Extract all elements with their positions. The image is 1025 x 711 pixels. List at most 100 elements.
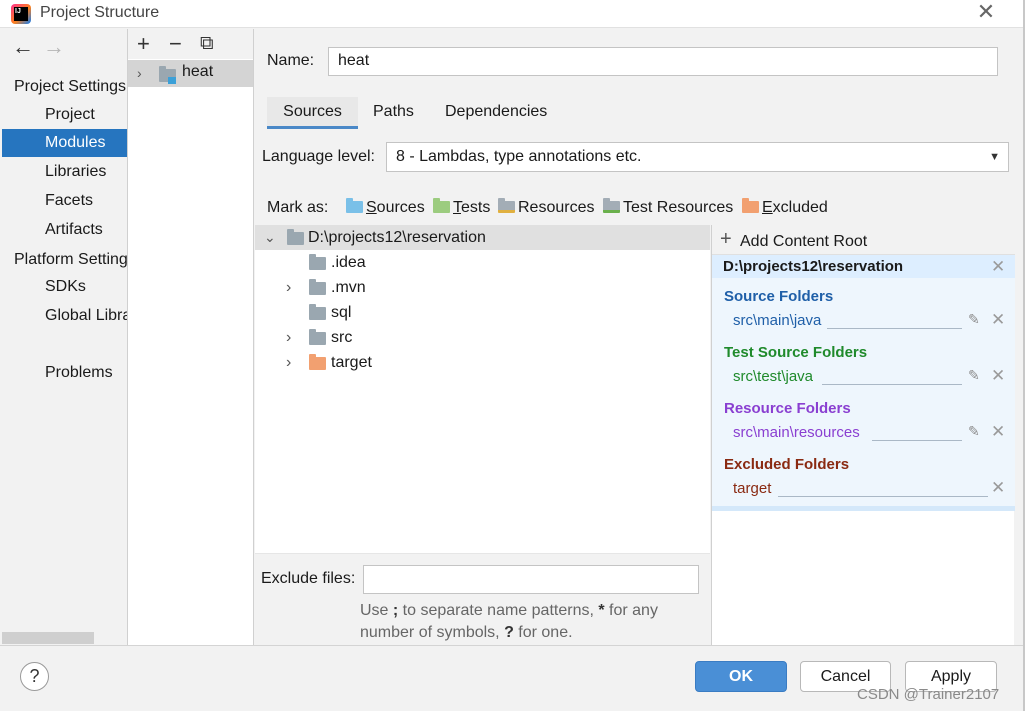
sidebar-item-modules[interactable]: Modules xyxy=(2,129,127,157)
tab-dependencies[interactable]: Dependencies xyxy=(445,97,547,129)
folder-icon xyxy=(309,279,326,295)
name-label: Name: xyxy=(267,52,315,69)
language-level-label: Language level: xyxy=(262,148,375,165)
ok-button[interactable]: OK xyxy=(695,661,787,692)
edit-icon[interactable]: ✎ xyxy=(968,367,980,384)
sidebar-horizontal-scrollbar[interactable] xyxy=(2,632,94,644)
module-badge-icon xyxy=(168,77,176,84)
content-root-panel: + Add Content Root D:\projects12\reserva… xyxy=(711,225,1015,645)
tree-row[interactable]: .idea xyxy=(255,250,710,275)
remove-icon[interactable]: ✕ xyxy=(991,367,1005,384)
tree-row-label: target xyxy=(331,354,372,371)
title-bar: IJ Project Structure ✕ xyxy=(0,0,1023,28)
folder-icon xyxy=(287,229,304,245)
sidebar-item-global-libraries[interactable]: Global Libraries xyxy=(2,302,127,330)
copy-module-icon[interactable]: ⧉ xyxy=(200,33,214,55)
excluded-folder-entry[interactable]: target xyxy=(733,480,771,497)
add-content-root-bar: + Add Content Root xyxy=(712,225,1015,255)
test-source-folder-entry[interactable]: src\test\java xyxy=(733,368,813,385)
excluded-folder-icon xyxy=(742,198,759,213)
project-settings-header: Project Settings xyxy=(14,78,127,95)
test-source-folders-title: Test Source Folders xyxy=(724,344,868,361)
divider xyxy=(778,496,988,497)
resources-folder-icon xyxy=(498,198,515,213)
tab-sources[interactable]: Sources xyxy=(267,97,358,129)
divider xyxy=(827,328,962,329)
source-folders-title: Source Folders xyxy=(724,288,834,305)
folder-icon xyxy=(309,254,326,270)
module-item-heat[interactable]: › heat xyxy=(128,60,253,87)
tree-root-row[interactable]: ⌄ D:\projects12\reservation xyxy=(255,225,710,250)
tests-folder-icon xyxy=(433,198,450,213)
excluded-folders-title: Excluded Folders xyxy=(724,456,850,473)
remove-root-icon[interactable]: ✕ xyxy=(991,258,1005,275)
module-name-field[interactable]: heat xyxy=(328,47,998,76)
chevron-down-icon[interactable]: ⌄ xyxy=(264,225,276,250)
divider xyxy=(822,384,962,385)
source-folder-entry[interactable]: src\main\java xyxy=(733,312,821,329)
window-title: Project Structure xyxy=(40,4,160,21)
chevron-right-icon[interactable]: › xyxy=(137,65,142,81)
platform-settings-header: Platform Settings xyxy=(14,251,128,268)
sidebar-item-libraries[interactable]: Libraries xyxy=(2,158,127,186)
settings-sidebar: ← → Project Settings Project Modules Lib… xyxy=(0,29,128,645)
sidebar-item-artifacts[interactable]: Artifacts xyxy=(2,216,127,244)
chevron-right-icon[interactable]: › xyxy=(286,325,291,350)
tree-row-label: src xyxy=(331,329,353,346)
divider xyxy=(872,440,962,441)
sidebar-item-project[interactable]: Project xyxy=(2,101,127,129)
sidebar-item-sdks[interactable]: SDKs xyxy=(2,273,127,301)
tree-root-label: D:\projects12\reservation xyxy=(308,229,486,246)
remove-icon[interactable]: ✕ xyxy=(991,311,1005,328)
watermark: CSDN @Trainer2107 xyxy=(857,686,1000,703)
add-content-root-button[interactable]: Add Content Root xyxy=(740,233,867,251)
content-root-path: D:\projects12\reservation xyxy=(723,258,904,275)
tab-paths[interactable]: Paths xyxy=(373,97,414,129)
edit-icon[interactable]: ✎ xyxy=(968,423,980,440)
remove-icon[interactable]: ✕ xyxy=(991,423,1005,440)
add-module-icon[interactable]: + xyxy=(137,33,150,55)
tree-row-label: .mvn xyxy=(331,279,366,296)
tree-row[interactable]: sql xyxy=(255,300,710,325)
mark-sources-button[interactable]: Sources xyxy=(346,198,425,221)
help-icon[interactable]: ? xyxy=(20,662,49,691)
tree-row-label: .idea xyxy=(331,254,366,271)
folder-icon xyxy=(309,304,326,320)
dialog-footer: ? OK Cancel Apply CSDN @Trainer2107 xyxy=(0,645,1023,711)
chevron-right-icon[interactable]: › xyxy=(286,275,291,300)
language-level-value: 8 - Lambdas, type annotations etc. xyxy=(396,148,642,165)
resource-folders-title: Resource Folders xyxy=(724,400,851,417)
folder-icon xyxy=(309,329,326,345)
chevron-down-icon: ▼ xyxy=(989,151,1000,163)
forward-arrow-icon[interactable]: → xyxy=(43,36,65,58)
tree-row-label: sql xyxy=(331,304,352,321)
chevron-right-icon[interactable]: › xyxy=(286,350,291,375)
tree-row[interactable]: › .mvn xyxy=(255,275,710,300)
back-arrow-icon[interactable]: ← xyxy=(12,36,34,58)
mark-resources-button[interactable]: Resources xyxy=(498,198,594,221)
plus-icon[interactable]: + xyxy=(720,228,732,251)
content-root-header: D:\projects12\reservation ✕ xyxy=(712,255,1015,278)
mark-excluded-button[interactable]: Excluded xyxy=(742,198,828,221)
mark-test-resources-button[interactable]: Test Resources xyxy=(603,198,733,221)
close-icon[interactable]: ✕ xyxy=(976,0,996,26)
exclude-files-label: Exclude files: xyxy=(261,570,356,587)
exclude-files-input[interactable] xyxy=(363,565,699,594)
remove-module-icon[interactable]: − xyxy=(169,33,182,55)
modules-panel: + − ⧉ › heat xyxy=(128,29,254,645)
test-resources-folder-icon xyxy=(603,198,620,213)
language-level-dropdown[interactable]: 8 - Lambdas, type annotations etc. ▼ xyxy=(386,142,1009,172)
modules-toolbar: + − ⧉ xyxy=(128,29,253,59)
remove-icon[interactable]: ✕ xyxy=(991,479,1005,496)
project-structure-dialog: IJ Project Structure ✕ ← → Project Setti… xyxy=(0,0,1025,711)
module-name: heat xyxy=(182,63,214,80)
edit-icon[interactable]: ✎ xyxy=(968,311,980,328)
folder-lists: Source Folders src\main\java ✎ ✕ Test So… xyxy=(712,278,1015,511)
tree-row[interactable]: › src xyxy=(255,325,710,350)
sources-folder-icon xyxy=(346,198,363,213)
sidebar-item-facets[interactable]: Facets xyxy=(2,187,127,215)
sidebar-item-problems[interactable]: Problems xyxy=(2,359,127,387)
mark-tests-button[interactable]: Tests xyxy=(433,198,490,221)
resource-folder-entry[interactable]: src\main\resources xyxy=(733,424,860,441)
tree-row[interactable]: › target xyxy=(255,350,710,375)
